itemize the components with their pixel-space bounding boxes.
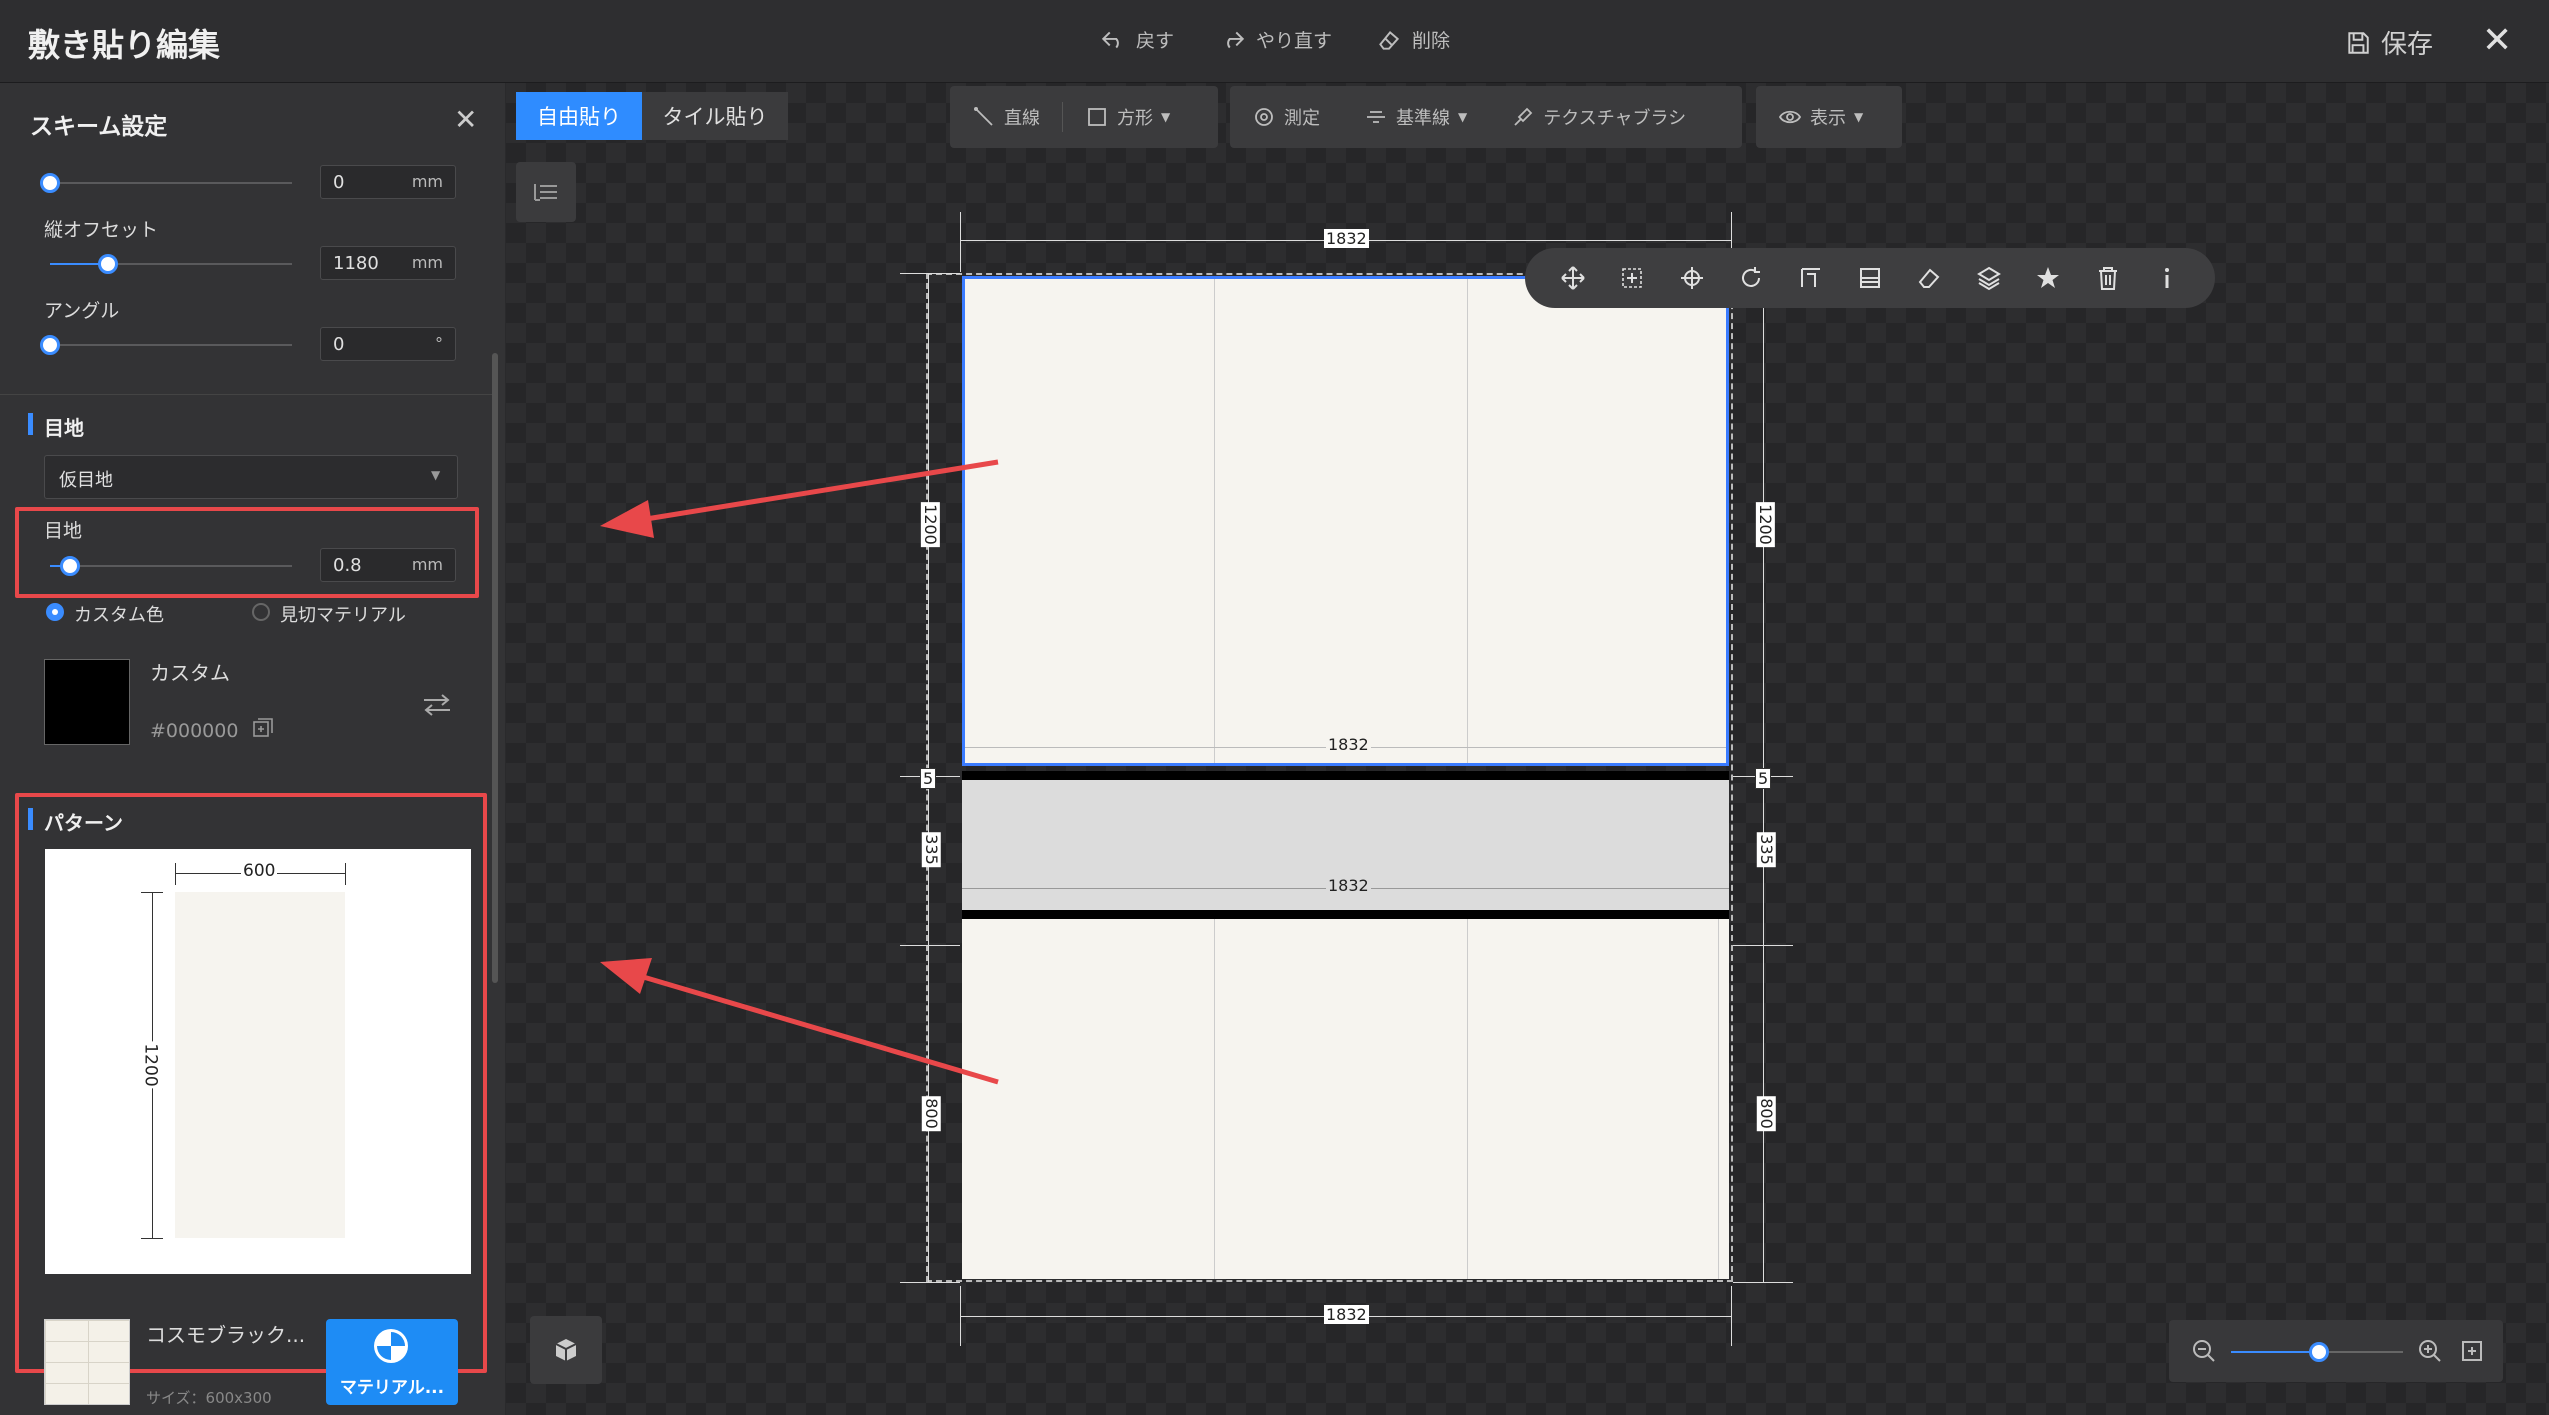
zoom-slider-fill — [2231, 1351, 2317, 1353]
view-3d-button[interactable] — [530, 1316, 602, 1384]
zoom-in-icon[interactable] — [2417, 1338, 2443, 1364]
zoom-out-icon[interactable] — [2191, 1338, 2217, 1364]
zoom-control — [2169, 1320, 2503, 1382]
annotation-arrowhead-upper — [600, 500, 654, 538]
annotation-arrow-lower — [639, 973, 999, 1085]
fit-screen-icon[interactable] — [2461, 1340, 2483, 1362]
annotation-arrows — [600, 459, 999, 1085]
annotation-arrow-upper — [639, 459, 999, 523]
cube-icon — [555, 1339, 577, 1361]
zoom-slider-knob[interactable] — [2309, 1342, 2329, 1362]
annotation-arrowhead-lower — [600, 958, 652, 994]
